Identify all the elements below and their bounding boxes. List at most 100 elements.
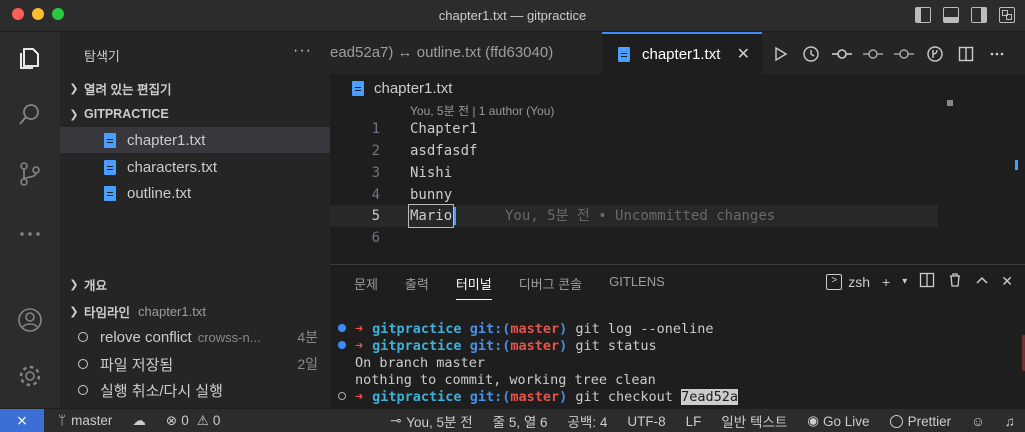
code-line[interactable]: 6	[330, 227, 950, 249]
sync-icon[interactable]: ☁	[132, 413, 146, 429]
cursor-position[interactable]: 줄 5, 열 6	[493, 411, 548, 431]
file-label: chapter1.txt	[127, 131, 206, 149]
open-editors-section[interactable]: ❯ 열려 있는 편집기	[60, 77, 330, 99]
remote-indicator-icon[interactable]: ⨯	[0, 408, 44, 432]
next-revision-icon[interactable]	[894, 44, 914, 64]
timeline-section[interactable]: ❯ 타임라인 chapter1.txt	[60, 300, 330, 322]
chevron-right-icon: ❯	[69, 82, 79, 95]
go-live-button[interactable]: ◉ Go Live	[807, 413, 869, 429]
chevron-right-icon: ❯	[69, 278, 79, 291]
prettier-button[interactable]: Prettier	[889, 413, 952, 429]
file-item-outline[interactable]: outline.txt	[60, 180, 330, 206]
prompt-branch: master	[510, 321, 560, 337]
command-pending-icon	[338, 392, 346, 400]
run-icon[interactable]	[770, 44, 790, 64]
open-editors-label: 열려 있는 편집기	[84, 82, 172, 97]
activity-bar	[0, 32, 60, 408]
timeline-item-label: relove conflict	[100, 328, 192, 346]
line-number: 1	[371, 121, 380, 137]
git-branch-icon: ᛘ	[58, 413, 67, 428]
breadcrumb-file[interactable]: chapter1.txt	[374, 80, 452, 97]
toggle-primary-sidebar-icon[interactable]	[915, 7, 931, 23]
gitlens-icon[interactable]	[925, 44, 945, 64]
commit-circle-icon	[78, 332, 88, 342]
error-count: 0	[181, 413, 189, 428]
code-editor[interactable]: chapter1.txt You, 5분 전 | 1 author (You) …	[330, 74, 1025, 264]
history-icon[interactable]	[801, 44, 821, 64]
timeline-item[interactable]: 파일 저장됨 2일	[60, 351, 318, 377]
explorer-icon[interactable]	[16, 44, 44, 72]
language-mode[interactable]: 일반 텍스트	[721, 411, 787, 431]
prompt-close: )	[559, 321, 568, 337]
project-section[interactable]: ❯ GITPRACTICE	[60, 103, 330, 125]
scrollbar-marker[interactable]	[1015, 160, 1025, 170]
maximize-panel-icon[interactable]	[975, 273, 989, 290]
tab-chapter1[interactable]: chapter1.txt ✕	[602, 32, 762, 74]
code-line[interactable]: 1 Chapter1	[330, 118, 950, 140]
line-text: bunny	[410, 187, 453, 203]
panel-tabs: 문제 출력 터미널 디버그 콘솔 GITLENS	[354, 274, 692, 300]
settings-gear-icon[interactable]	[16, 362, 44, 390]
commit-icon: ⊸	[389, 413, 402, 428]
timeline-file: chapter1.txt	[138, 303, 206, 319]
split-terminal-icon[interactable]	[919, 272, 935, 291]
trash-icon[interactable]	[947, 272, 963, 291]
timeline-item-label: 파일 저장됨	[100, 356, 174, 374]
terminal-line: ➜ gitpractice git:(master) git checkout 7…	[338, 389, 738, 406]
tab-output[interactable]: 출력	[405, 274, 429, 300]
tab-close-icon[interactable]: ✕	[737, 44, 750, 64]
end-of-line[interactable]: LF	[686, 414, 702, 429]
code-line[interactable]: 2 asdfasdf	[330, 140, 950, 162]
sidebar-more-button[interactable]: ···	[293, 42, 312, 60]
chevron-down-icon: ❯	[69, 305, 79, 318]
tab-gitlens[interactable]: GITLENS	[609, 274, 665, 300]
customize-layout-icon[interactable]	[999, 7, 1015, 23]
minimap[interactable]	[947, 100, 953, 106]
branch-indicator[interactable]: ᛘ master	[58, 413, 112, 428]
search-icon[interactable]	[16, 100, 44, 128]
selected-commit-hash[interactable]: 7ead52a	[681, 389, 738, 405]
problems-indicator[interactable]: ⊗ 0 ⚠ 0	[166, 413, 220, 429]
encoding[interactable]: UTF-8	[627, 414, 665, 429]
prettier-label: Prettier	[907, 413, 952, 429]
account-icon[interactable]	[16, 306, 44, 334]
outline-section[interactable]: ❯ 개요	[60, 273, 330, 295]
timeline-item[interactable]: relove conflict crowss-n... 4분	[60, 324, 318, 350]
code-line[interactable]: 3 Nishi	[330, 162, 950, 184]
code-line[interactable]: 4 bunny	[330, 184, 950, 206]
terminal-select[interactable]: > zsh	[826, 273, 870, 290]
chevron-down-icon: ❯	[69, 108, 79, 121]
file-item-chapter1[interactable]: chapter1.txt	[60, 127, 330, 153]
branch-name: master	[71, 413, 113, 428]
tab-debug-console[interactable]: 디버그 콘솔	[519, 274, 582, 300]
title-bar: chapter1.txt — gitpractice	[0, 0, 1025, 32]
chevron-down-icon[interactable]: ▾	[902, 276, 907, 287]
status-bar-right: ⊸ You, 5분 전 줄 5, 열 6 공백: 4 UTF-8 LF 일반 텍…	[370, 409, 1015, 432]
close-panel-icon[interactable]: ✕	[1001, 273, 1013, 290]
timeline-item[interactable]: 실행 취소/다시 실행	[60, 377, 318, 403]
source-control-icon[interactable]	[16, 160, 44, 188]
feedback-icon[interactable]: ☺	[971, 414, 985, 429]
indentation[interactable]: 공백: 4	[568, 411, 608, 431]
window-title: chapter1.txt — gitpractice	[438, 8, 587, 23]
commit-icon[interactable]	[832, 44, 852, 64]
codelens-authorship[interactable]: You, 5분 전 | 1 author (You)	[410, 102, 554, 119]
toggle-panel-icon[interactable]	[943, 7, 959, 23]
breadcrumb[interactable]: chapter1.txt	[352, 80, 452, 97]
file-label: characters.txt	[127, 158, 218, 176]
previous-revision-icon[interactable]	[863, 44, 883, 64]
notifications-bell-icon[interactable]: ♫	[1005, 414, 1015, 429]
tab-terminal[interactable]: 터미널	[455, 274, 492, 300]
toggle-secondary-sidebar-icon[interactable]	[971, 7, 987, 23]
more-actions-icon[interactable]	[987, 44, 1007, 64]
tab-diff[interactable]: ead52a7) ↔ outline.txt (ffd63040)	[330, 32, 602, 74]
code-line-current[interactable]: 5 Mario You, 5분 전 • Uncommitted changes	[330, 204, 938, 228]
blame-indicator[interactable]: ⊸ You, 5분 전	[390, 411, 473, 431]
bottom-panel: 문제 출력 터미널 디버그 콘솔 GITLENS > zsh + ▾ ✕ ➜ gi…	[330, 264, 1025, 408]
file-item-characters[interactable]: characters.txt	[60, 154, 330, 180]
tab-problems[interactable]: 문제	[354, 274, 378, 300]
more-views-icon[interactable]	[16, 220, 44, 248]
split-editor-icon[interactable]	[956, 44, 976, 64]
new-terminal-icon[interactable]: +	[882, 274, 890, 290]
prompt-close: )	[559, 338, 568, 354]
